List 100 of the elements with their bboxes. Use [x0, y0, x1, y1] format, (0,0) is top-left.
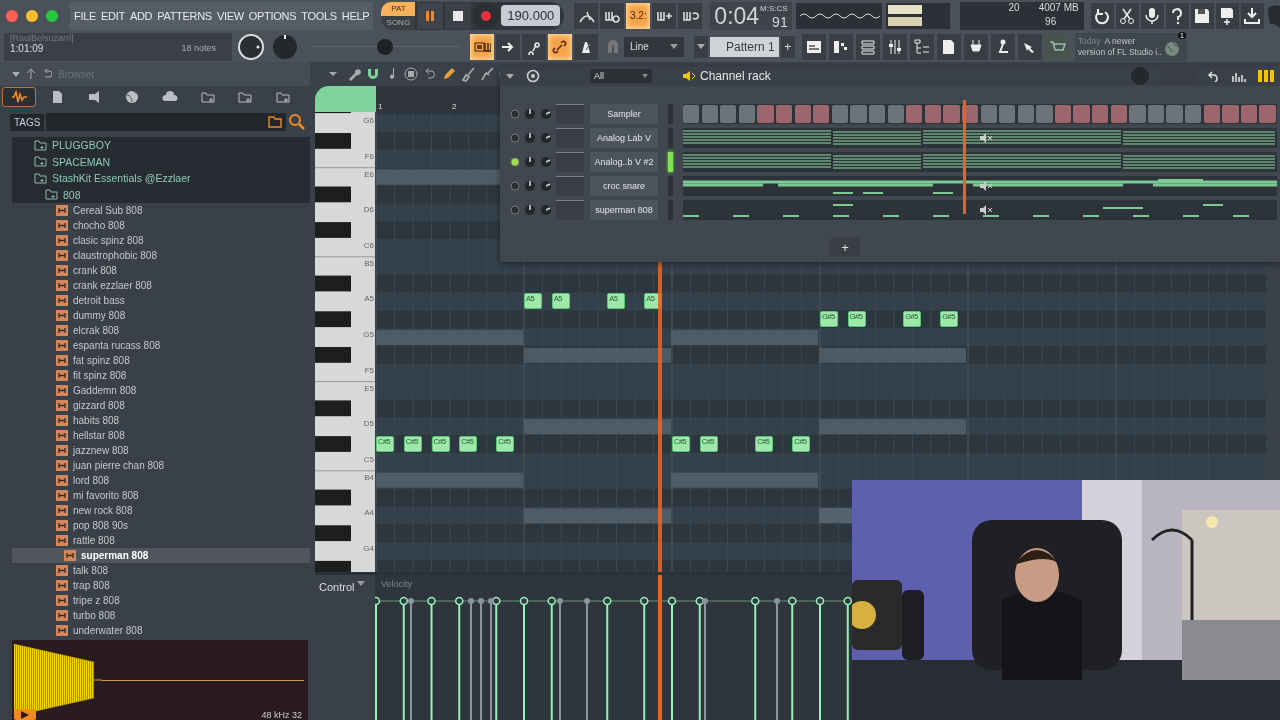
knob-icon[interactable]	[540, 132, 552, 144]
knob-icon[interactable]	[524, 204, 536, 216]
sample-item[interactable]: rattle 808	[12, 533, 310, 548]
sample-item[interactable]: hellstar 808	[12, 428, 310, 443]
menu-item[interactable]: OPTIONS	[248, 9, 297, 22]
pattern-menu-button[interactable]	[694, 35, 708, 58]
caret-icon[interactable]	[357, 581, 366, 586]
sample-item[interactable]: Cereal Sub 808	[12, 203, 310, 218]
step-button[interactable]	[831, 105, 849, 123]
menu-item[interactable]: PATTERNS	[157, 9, 212, 22]
caret-icon[interactable]	[12, 71, 20, 77]
folder-icon[interactable]	[268, 116, 282, 128]
knob-icon[interactable]	[540, 180, 552, 192]
browser-button[interactable]	[909, 33, 934, 60]
step-button[interactable]	[1147, 105, 1165, 123]
sample-item[interactable]: tripe z 808	[12, 593, 310, 608]
toggle-button[interactable]	[574, 33, 598, 60]
project-button[interactable]	[936, 33, 961, 60]
filter-dropdown[interactable]: All	[590, 69, 652, 83]
sample-item[interactable]: fat spinz 808	[12, 353, 310, 368]
mixer-track-field[interactable]	[556, 176, 584, 196]
step-button[interactable]	[980, 105, 997, 123]
tempo-button[interactable]	[990, 33, 1015, 60]
pencil-icon[interactable]	[441, 66, 457, 82]
step-button[interactable]	[1054, 105, 1072, 123]
graph-icon[interactable]	[1232, 70, 1246, 82]
sample-item[interactable]: pop 808 90s	[12, 518, 310, 533]
sample-item[interactable]: juan pierre chan 808	[12, 458, 310, 473]
swing-icon[interactable]	[526, 69, 540, 83]
sample-item[interactable]: dummy 808	[12, 308, 310, 323]
save-button[interactable]	[1190, 2, 1214, 29]
menu-item[interactable]: ADD	[129, 9, 153, 22]
toggle-button[interactable]	[678, 2, 703, 29]
step-button[interactable]	[1185, 105, 1202, 123]
timeline-ruler[interactable]: 1 2	[376, 86, 496, 112]
folder-item[interactable]: PLUGGBOY	[12, 137, 310, 154]
step-button[interactable]	[683, 105, 700, 123]
folder-item[interactable]: StashKit Essentials @Ezzlaer	[12, 170, 310, 187]
stamp-icon[interactable]	[403, 66, 419, 82]
sample-item[interactable]: chocho 808	[12, 218, 310, 233]
scissors-button[interactable]	[1115, 2, 1139, 29]
knob-icon[interactable]	[524, 180, 536, 192]
step-button[interactable]	[794, 105, 811, 123]
menu-item[interactable]: TOOLS	[301, 9, 337, 22]
brush-icon[interactable]	[460, 66, 476, 82]
sample-item[interactable]: trap 808	[12, 578, 310, 593]
mute-icon[interactable]	[979, 133, 993, 143]
control-label[interactable]: Control	[319, 581, 355, 593]
knob-icon[interactable]	[524, 156, 536, 168]
up-arrow-icon[interactable]	[26, 69, 36, 79]
channel-button[interactable]: croc snare	[590, 176, 658, 196]
slice-icon[interactable]	[479, 66, 495, 82]
step-button[interactable]	[701, 105, 718, 123]
step-button[interactable]	[720, 105, 737, 123]
knob-icon[interactable]	[524, 108, 536, 120]
knob-icon[interactable]	[540, 108, 552, 120]
mute-icon[interactable]	[979, 205, 993, 215]
save-as-button[interactable]	[1215, 2, 1239, 29]
sample-item[interactable]: superman 808	[12, 548, 310, 563]
step-button[interactable]	[868, 105, 886, 123]
led-icon[interactable]	[510, 109, 520, 119]
sample-item[interactable]: gizzard 808	[12, 398, 310, 413]
reset-button[interactable]	[1090, 2, 1114, 29]
close-button[interactable]	[6, 9, 18, 22]
add-pattern-button[interactable]: +	[780, 35, 795, 58]
led-icon[interactable]	[510, 205, 520, 215]
touch-button[interactable]	[1017, 33, 1042, 60]
tool-tab[interactable]	[315, 86, 376, 112]
undo-icon[interactable]	[42, 69, 52, 79]
sample-item[interactable]: habits 808	[12, 413, 310, 428]
snap-dropdown[interactable]: Line	[624, 36, 684, 57]
sample-item[interactable]: mi favorito 808	[12, 488, 310, 503]
step-button[interactable]	[1110, 105, 1127, 123]
sample-item[interactable]: Gaddemn 808	[12, 383, 310, 398]
channel-button[interactable]: superman 808	[590, 200, 658, 220]
step-button[interactable]	[999, 105, 1016, 123]
step-button[interactable]	[738, 105, 756, 123]
menu-item[interactable]: EDIT	[101, 9, 125, 22]
channel-button[interactable]: Sampler	[590, 104, 658, 124]
minimize-button[interactable]	[26, 9, 38, 22]
step-button[interactable]	[813, 105, 830, 123]
step-button[interactable]	[924, 105, 941, 123]
led-icon[interactable]	[510, 181, 520, 191]
step-button[interactable]	[1203, 105, 1220, 123]
plugin-button[interactable]	[963, 33, 988, 60]
stop-button[interactable]	[445, 2, 472, 29]
step-view-icon[interactable]	[1258, 70, 1274, 82]
maximize-button[interactable]	[46, 9, 58, 22]
undo-icon[interactable]	[1208, 70, 1220, 82]
pattern-selector[interactable]: Pattern 1	[710, 36, 779, 57]
channel-rack-button[interactable]	[855, 33, 880, 60]
pause-button[interactable]	[417, 2, 444, 29]
sample-item[interactable]: jazznew 808	[12, 443, 310, 458]
step-button[interactable]	[887, 105, 904, 123]
magnet-icon[interactable]	[365, 66, 381, 82]
sample-item[interactable]: detroit bass	[12, 293, 310, 308]
mode-toggle[interactable]: PAT	[381, 1, 416, 16]
toggle-button[interactable]	[600, 2, 625, 29]
add-channel-button[interactable]: +	[830, 238, 860, 256]
piano-keys-drawing[interactable]	[315, 112, 375, 572]
